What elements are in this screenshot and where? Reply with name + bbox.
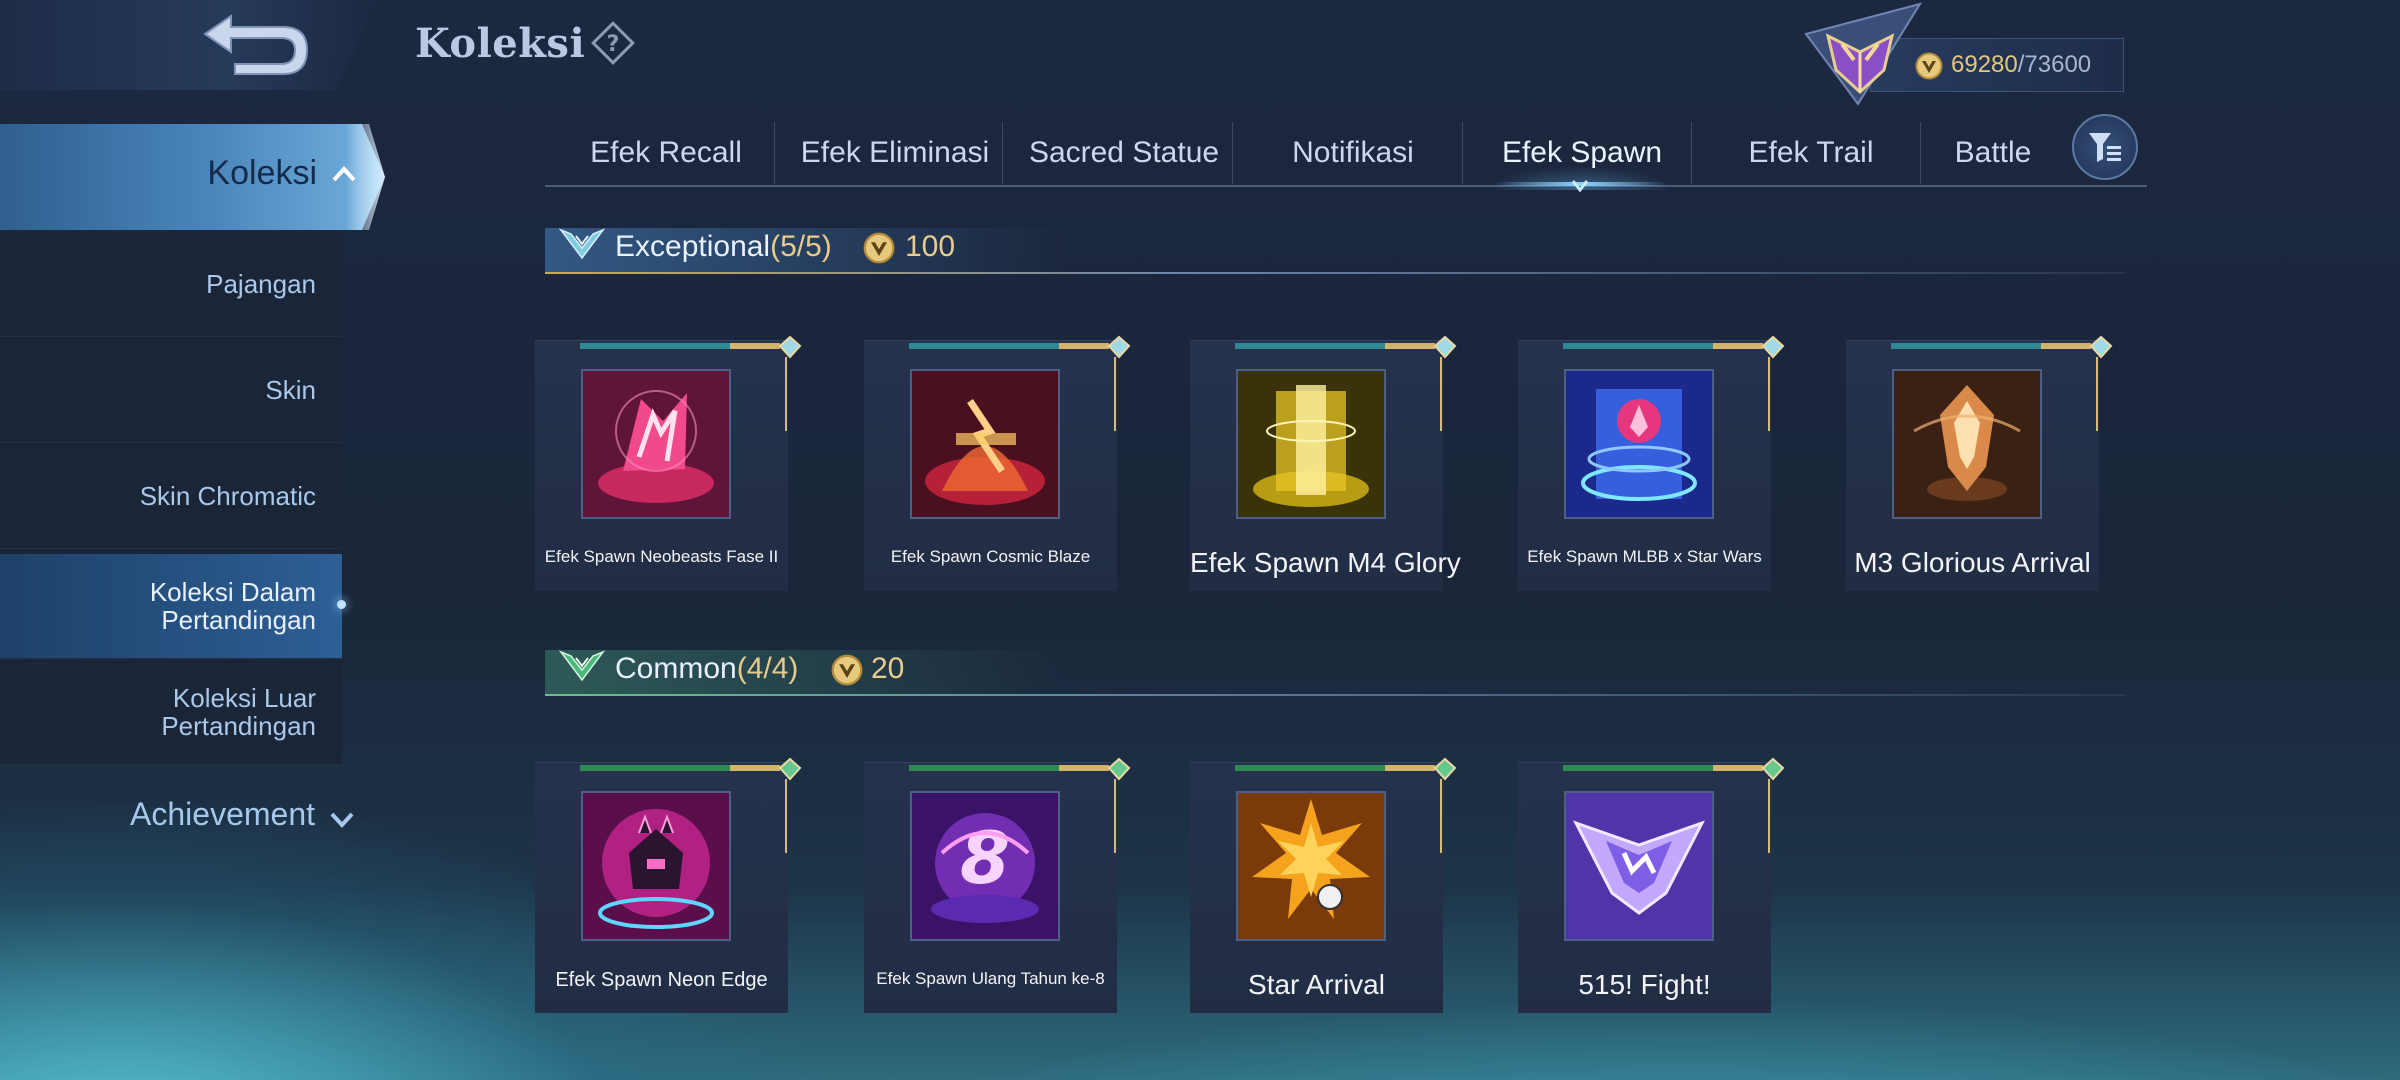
item-card[interactable]: Efek Spawn Neobeasts Fase II <box>535 335 802 591</box>
sidebar-item-skin[interactable]: Skin <box>0 338 342 443</box>
svg-text:8: 8 <box>960 816 1010 900</box>
item-name: Efek Spawn Ulang Tahun ke-8 <box>876 969 1105 988</box>
item-thumbnail <box>581 791 731 941</box>
section-common-points: 20 <box>871 652 905 685</box>
tab-bar-divider <box>545 185 2147 187</box>
tab-separator <box>1920 122 1921 184</box>
item-name: Efek Spawn Cosmic Blaze <box>890 547 1091 566</box>
tab-battle[interactable]: Battle <box>1925 122 2061 184</box>
item-thumbnail <box>1564 791 1714 941</box>
item-thumbnail <box>910 369 1060 519</box>
section-common-header: Common(4/4) 20 <box>545 646 2125 696</box>
exceptional-tier-icon <box>559 228 605 260</box>
item-card[interactable]: 8 Efek Spawn Ulang Tahun ke-8 <box>864 757 1131 1013</box>
item-name: Efek Spawn MLBB x Star Wars <box>1527 547 1762 566</box>
item-name: Efek Spawn M4 Glory <box>1190 547 1461 578</box>
chevron-up-icon <box>332 166 356 182</box>
item-card[interactable]: Efek Spawn MLBB x Star Wars <box>1518 335 1785 591</box>
item-thumbnail <box>1892 369 2042 519</box>
section-exceptional-points: 100 <box>905 230 956 263</box>
tab-efek-spawn[interactable]: Efek Spawn <box>1468 122 1696 184</box>
item-name: 515! Fight! <box>1578 969 1711 1000</box>
tab-notifikasi[interactable]: Notifikasi <box>1239 122 1467 184</box>
filter-button[interactable] <box>2072 114 2138 180</box>
item-card[interactable]: Efek Spawn Neon Edge <box>535 757 802 1013</box>
sidebar-item-koleksi-luar-pertandingan[interactable]: Koleksi Luar Pertandingan <box>0 660 342 765</box>
item-card[interactable]: 515! Fight! <box>1518 757 1785 1013</box>
tab-efek-trail[interactable]: Efek Trail <box>1697 122 1925 184</box>
collection-points-text: 69280/73600 <box>1951 51 2092 78</box>
item-name: Efek Spawn Neon Edge <box>555 969 768 991</box>
chevron-down-icon <box>330 812 354 828</box>
item-thumbnail: 8 <box>910 791 1060 941</box>
question-diamond-icon[interactable]: ? <box>590 20 636 66</box>
section-exceptional-header: Exceptional(5/5) 100 <box>545 224 2125 274</box>
item-card[interactable]: Efek Spawn M4 Glory <box>1190 335 1461 591</box>
common-tier-icon <box>559 650 605 682</box>
item-name: M3 Glorious Arrival <box>1854 547 2091 578</box>
item-card[interactable]: Efek Spawn Cosmic Blaze <box>864 335 1131 591</box>
tab-sacred-statue[interactable]: Sacred Statue <box>1010 122 1238 184</box>
filter-icon <box>2089 133 2121 162</box>
item-thumbnail <box>1564 369 1714 519</box>
item-thumbnail <box>1236 369 1386 519</box>
section-exceptional-name: Exceptional <box>615 230 771 263</box>
item-name: Star Arrival <box>1248 969 1385 1000</box>
item-card[interactable]: M3 Glorious Arrival <box>1846 335 2113 591</box>
section-exceptional-count: (5/5) <box>770 230 832 263</box>
tab-separator <box>1232 122 1233 184</box>
tab-separator <box>774 122 775 184</box>
sidebar-item-koleksi-dalam-pertandingan[interactable]: Koleksi Dalam Pertandingan <box>0 554 346 659</box>
section-common-name: Common <box>615 652 737 685</box>
item-thumbnail <box>581 369 731 519</box>
sidebar-item-skin-chromatic[interactable]: Skin Chromatic <box>0 444 342 549</box>
sidebar-koleksi[interactable]: Koleksi <box>0 124 385 230</box>
page-title: Koleksi <box>415 20 586 67</box>
sidebar-koleksi-label: Koleksi <box>207 154 317 192</box>
tab-separator <box>1002 122 1003 184</box>
back-button[interactable] <box>0 0 380 90</box>
item-name: Efek Spawn Neobeasts Fase II <box>544 547 779 566</box>
tab-separator <box>1691 122 1692 184</box>
collection-coin-icon <box>863 232 895 264</box>
sidebar-item-pajangan[interactable]: Pajangan <box>0 232 342 337</box>
section-common-count: (4/4) <box>736 652 799 685</box>
item-card[interactable]: Star Arrival <box>1190 757 1457 1013</box>
item-thumbnail <box>1236 791 1386 941</box>
back-arrow-icon <box>203 14 309 75</box>
tab-efek-recall[interactable]: Efek Recall <box>552 122 780 184</box>
collection-coin-icon <box>831 654 863 686</box>
svg-text:?: ? <box>607 32 620 57</box>
tab-separator <box>1462 122 1463 184</box>
rank-emblem-icon <box>1798 0 1928 110</box>
tab-efek-eliminasi[interactable]: Efek Eliminasi <box>781 122 1009 184</box>
sidebar-achievement[interactable]: Achievement <box>0 786 355 846</box>
